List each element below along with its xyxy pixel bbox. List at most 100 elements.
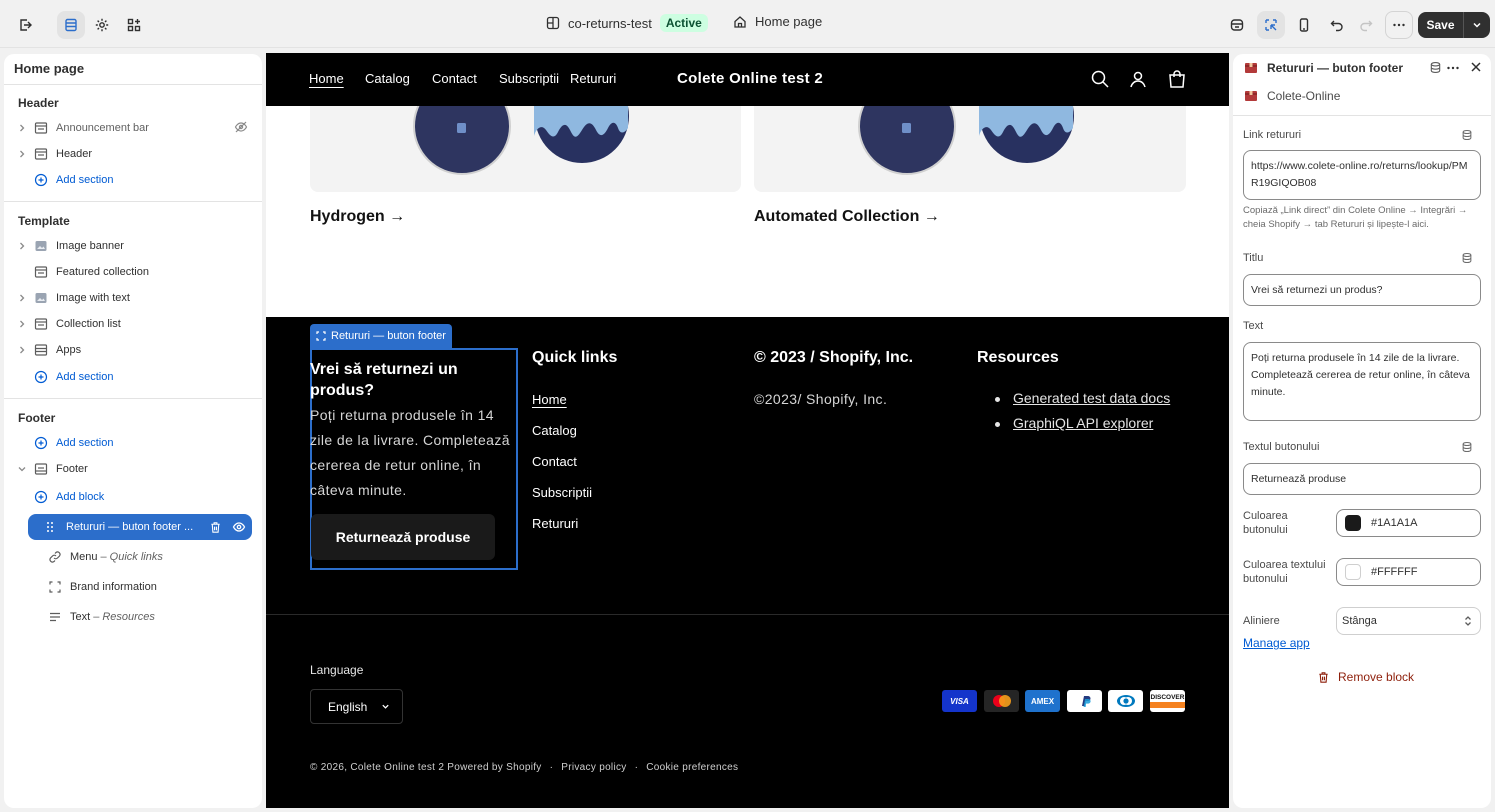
- footer-link-contact[interactable]: Contact: [532, 454, 577, 469]
- database-icon[interactable]: [1429, 61, 1442, 74]
- add-block-button[interactable]: Add block: [34, 484, 252, 510]
- manage-app-link[interactable]: Manage app: [1243, 636, 1310, 650]
- footer-link-catalog[interactable]: Catalog: [532, 423, 577, 438]
- chevron-right-icon[interactable]: [18, 294, 28, 302]
- collection-card-automated[interactable]: [754, 106, 1186, 192]
- remove-block-button[interactable]: Remove block: [1317, 670, 1414, 684]
- trash-icon[interactable]: [209, 521, 222, 534]
- divider: [4, 398, 262, 399]
- button-color-picker[interactable]: #1A1A1A: [1336, 509, 1481, 537]
- resource-link-generated-data[interactable]: Generated test data docs: [994, 390, 1170, 406]
- footer-link-retururi[interactable]: Retururi: [532, 516, 578, 531]
- mobile-view-icon[interactable]: [1290, 11, 1318, 39]
- color-swatch[interactable]: [1345, 564, 1361, 580]
- eye-hidden-icon[interactable]: [234, 120, 248, 137]
- database-icon[interactable]: [1461, 129, 1473, 141]
- search-icon[interactable]: [1090, 69, 1110, 89]
- footer-bottom-links: © 2026, Colete Online test 2 Powered by …: [310, 762, 738, 773]
- button-text-color-picker[interactable]: #FFFFFF: [1336, 558, 1481, 586]
- selected-block-tag[interactable]: Retururi — buton footer: [310, 324, 452, 348]
- add-section-footer-button[interactable]: Add section: [18, 430, 252, 456]
- select-arrows-icon: [1464, 615, 1472, 627]
- account-icon[interactable]: [1128, 69, 1148, 89]
- button-color-value[interactable]: #1A1A1A: [1371, 517, 1417, 529]
- chevron-down-icon[interactable]: [18, 465, 28, 473]
- sidebar-item-image-with-text[interactable]: Image with text: [18, 285, 252, 311]
- redo-icon[interactable]: [1352, 11, 1380, 39]
- save-button[interactable]: Save: [1418, 12, 1490, 38]
- add-section-label: Add section: [56, 174, 114, 186]
- cookie-preferences-link[interactable]: Cookie preferences: [646, 762, 738, 773]
- mastercard-icon: [984, 690, 1019, 712]
- nav-link-subscriptii[interactable]: Subscriptii: [499, 71, 559, 86]
- collection-title-hydrogen[interactable]: Hydrogen →: [310, 208, 405, 226]
- database-icon[interactable]: [1461, 252, 1473, 264]
- store-preview-icon[interactable]: [1223, 11, 1251, 39]
- sidebar-item-header[interactable]: Header: [18, 141, 252, 167]
- settings-gear-icon[interactable]: [88, 11, 116, 39]
- chevron-right-icon[interactable]: [18, 242, 28, 250]
- chevron-right-icon[interactable]: [18, 346, 28, 354]
- privacy-policy-link[interactable]: Privacy policy: [561, 762, 626, 773]
- language-selector[interactable]: English: [310, 689, 403, 724]
- add-section-template-button[interactable]: Add section: [18, 364, 252, 390]
- database-icon[interactable]: [1461, 441, 1473, 453]
- sidebar-item-collection-list[interactable]: Collection list: [18, 311, 252, 337]
- button-text-color-value[interactable]: #FFFFFF: [1371, 566, 1417, 578]
- save-label[interactable]: Save: [1418, 12, 1464, 38]
- returns-button[interactable]: Returnează produse: [311, 514, 495, 560]
- close-icon[interactable]: [1469, 60, 1483, 74]
- title-input[interactable]: Vrei să returnezi un produs?: [1243, 274, 1481, 306]
- sidebar-block-retururi-selected[interactable]: Retururi — buton footer ...: [28, 514, 252, 540]
- nav-link-home[interactable]: Home: [309, 71, 344, 86]
- eye-icon[interactable]: [232, 520, 246, 534]
- block-label: Brand information: [70, 581, 157, 593]
- copyright-text[interactable]: © 2026, Colete Online test 2 Powered by …: [310, 762, 542, 773]
- nav-link-catalog[interactable]: Catalog: [365, 71, 410, 86]
- sidebar-item-announcement-bar[interactable]: Announcement bar: [18, 115, 252, 141]
- undo-icon[interactable]: [1323, 11, 1351, 39]
- sidebar-item-featured-collection[interactable]: Featured collection: [18, 259, 252, 285]
- cart-icon[interactable]: [1167, 69, 1187, 89]
- chevron-right-icon[interactable]: [18, 124, 28, 132]
- inspector-icon[interactable]: [1257, 11, 1285, 39]
- button-text-label: Textul butonului: [1243, 441, 1320, 453]
- frame-icon: [48, 580, 62, 594]
- sidebar-item-footer[interactable]: Footer: [18, 456, 252, 482]
- theme-selector[interactable]: co-returns-test Active: [546, 14, 708, 32]
- page-selector[interactable]: Home page: [733, 14, 822, 29]
- button-text-input[interactable]: Returnează produse: [1243, 463, 1481, 495]
- sidebar-item-apps[interactable]: Apps: [18, 337, 252, 363]
- sidebar-block-menu[interactable]: Menu – Quick links: [48, 544, 252, 570]
- text-textarea[interactable]: Poți returna produsele în 14 zile de la …: [1243, 342, 1481, 421]
- color-swatch[interactable]: [1345, 515, 1361, 531]
- returns-title: Vrei să returnezi un produs?: [310, 361, 458, 399]
- add-section-header-button[interactable]: Add section: [18, 167, 252, 193]
- more-options-icon[interactable]: [1445, 60, 1461, 76]
- discover-label: DISCOVER: [1150, 694, 1185, 701]
- sections-view-icon[interactable]: [57, 11, 85, 39]
- collection-title-automated[interactable]: Automated Collection →: [754, 208, 940, 226]
- more-actions-icon[interactable]: [1385, 11, 1413, 39]
- resource-link-graphiql[interactable]: GraphiQL API explorer: [994, 415, 1153, 431]
- chevron-down-icon[interactable]: [1464, 12, 1490, 38]
- exit-icon[interactable]: [11, 11, 39, 39]
- store-name[interactable]: Colete Online test 2: [677, 70, 823, 87]
- block-settings-panel: Retururi — buton footer Colete-Online Li…: [1233, 54, 1491, 808]
- nav-link-retururi[interactable]: Retururi: [570, 71, 616, 86]
- chevron-right-icon[interactable]: [18, 320, 28, 328]
- collection-card-hydrogen[interactable]: [310, 106, 741, 192]
- block-detail: Resources: [102, 611, 155, 623]
- nav-link-contact[interactable]: Contact: [432, 71, 477, 86]
- drag-handle-icon[interactable]: [46, 521, 60, 533]
- alignment-select[interactable]: Stânga: [1336, 607, 1481, 635]
- title-label: Titlu: [1243, 252, 1264, 264]
- link-retururi-input[interactable]: https://www.colete-online.ro/returns/loo…: [1243, 150, 1481, 200]
- apps-grid-icon[interactable]: [120, 11, 148, 39]
- sidebar-block-text[interactable]: Text – Resources: [48, 604, 252, 630]
- footer-link-subscriptii[interactable]: Subscriptii: [532, 485, 592, 500]
- sidebar-item-image-banner[interactable]: Image banner: [18, 233, 252, 259]
- chevron-right-icon[interactable]: [18, 150, 28, 158]
- footer-link-home[interactable]: Home: [532, 392, 567, 407]
- sidebar-block-brand-information[interactable]: Brand information: [48, 574, 252, 600]
